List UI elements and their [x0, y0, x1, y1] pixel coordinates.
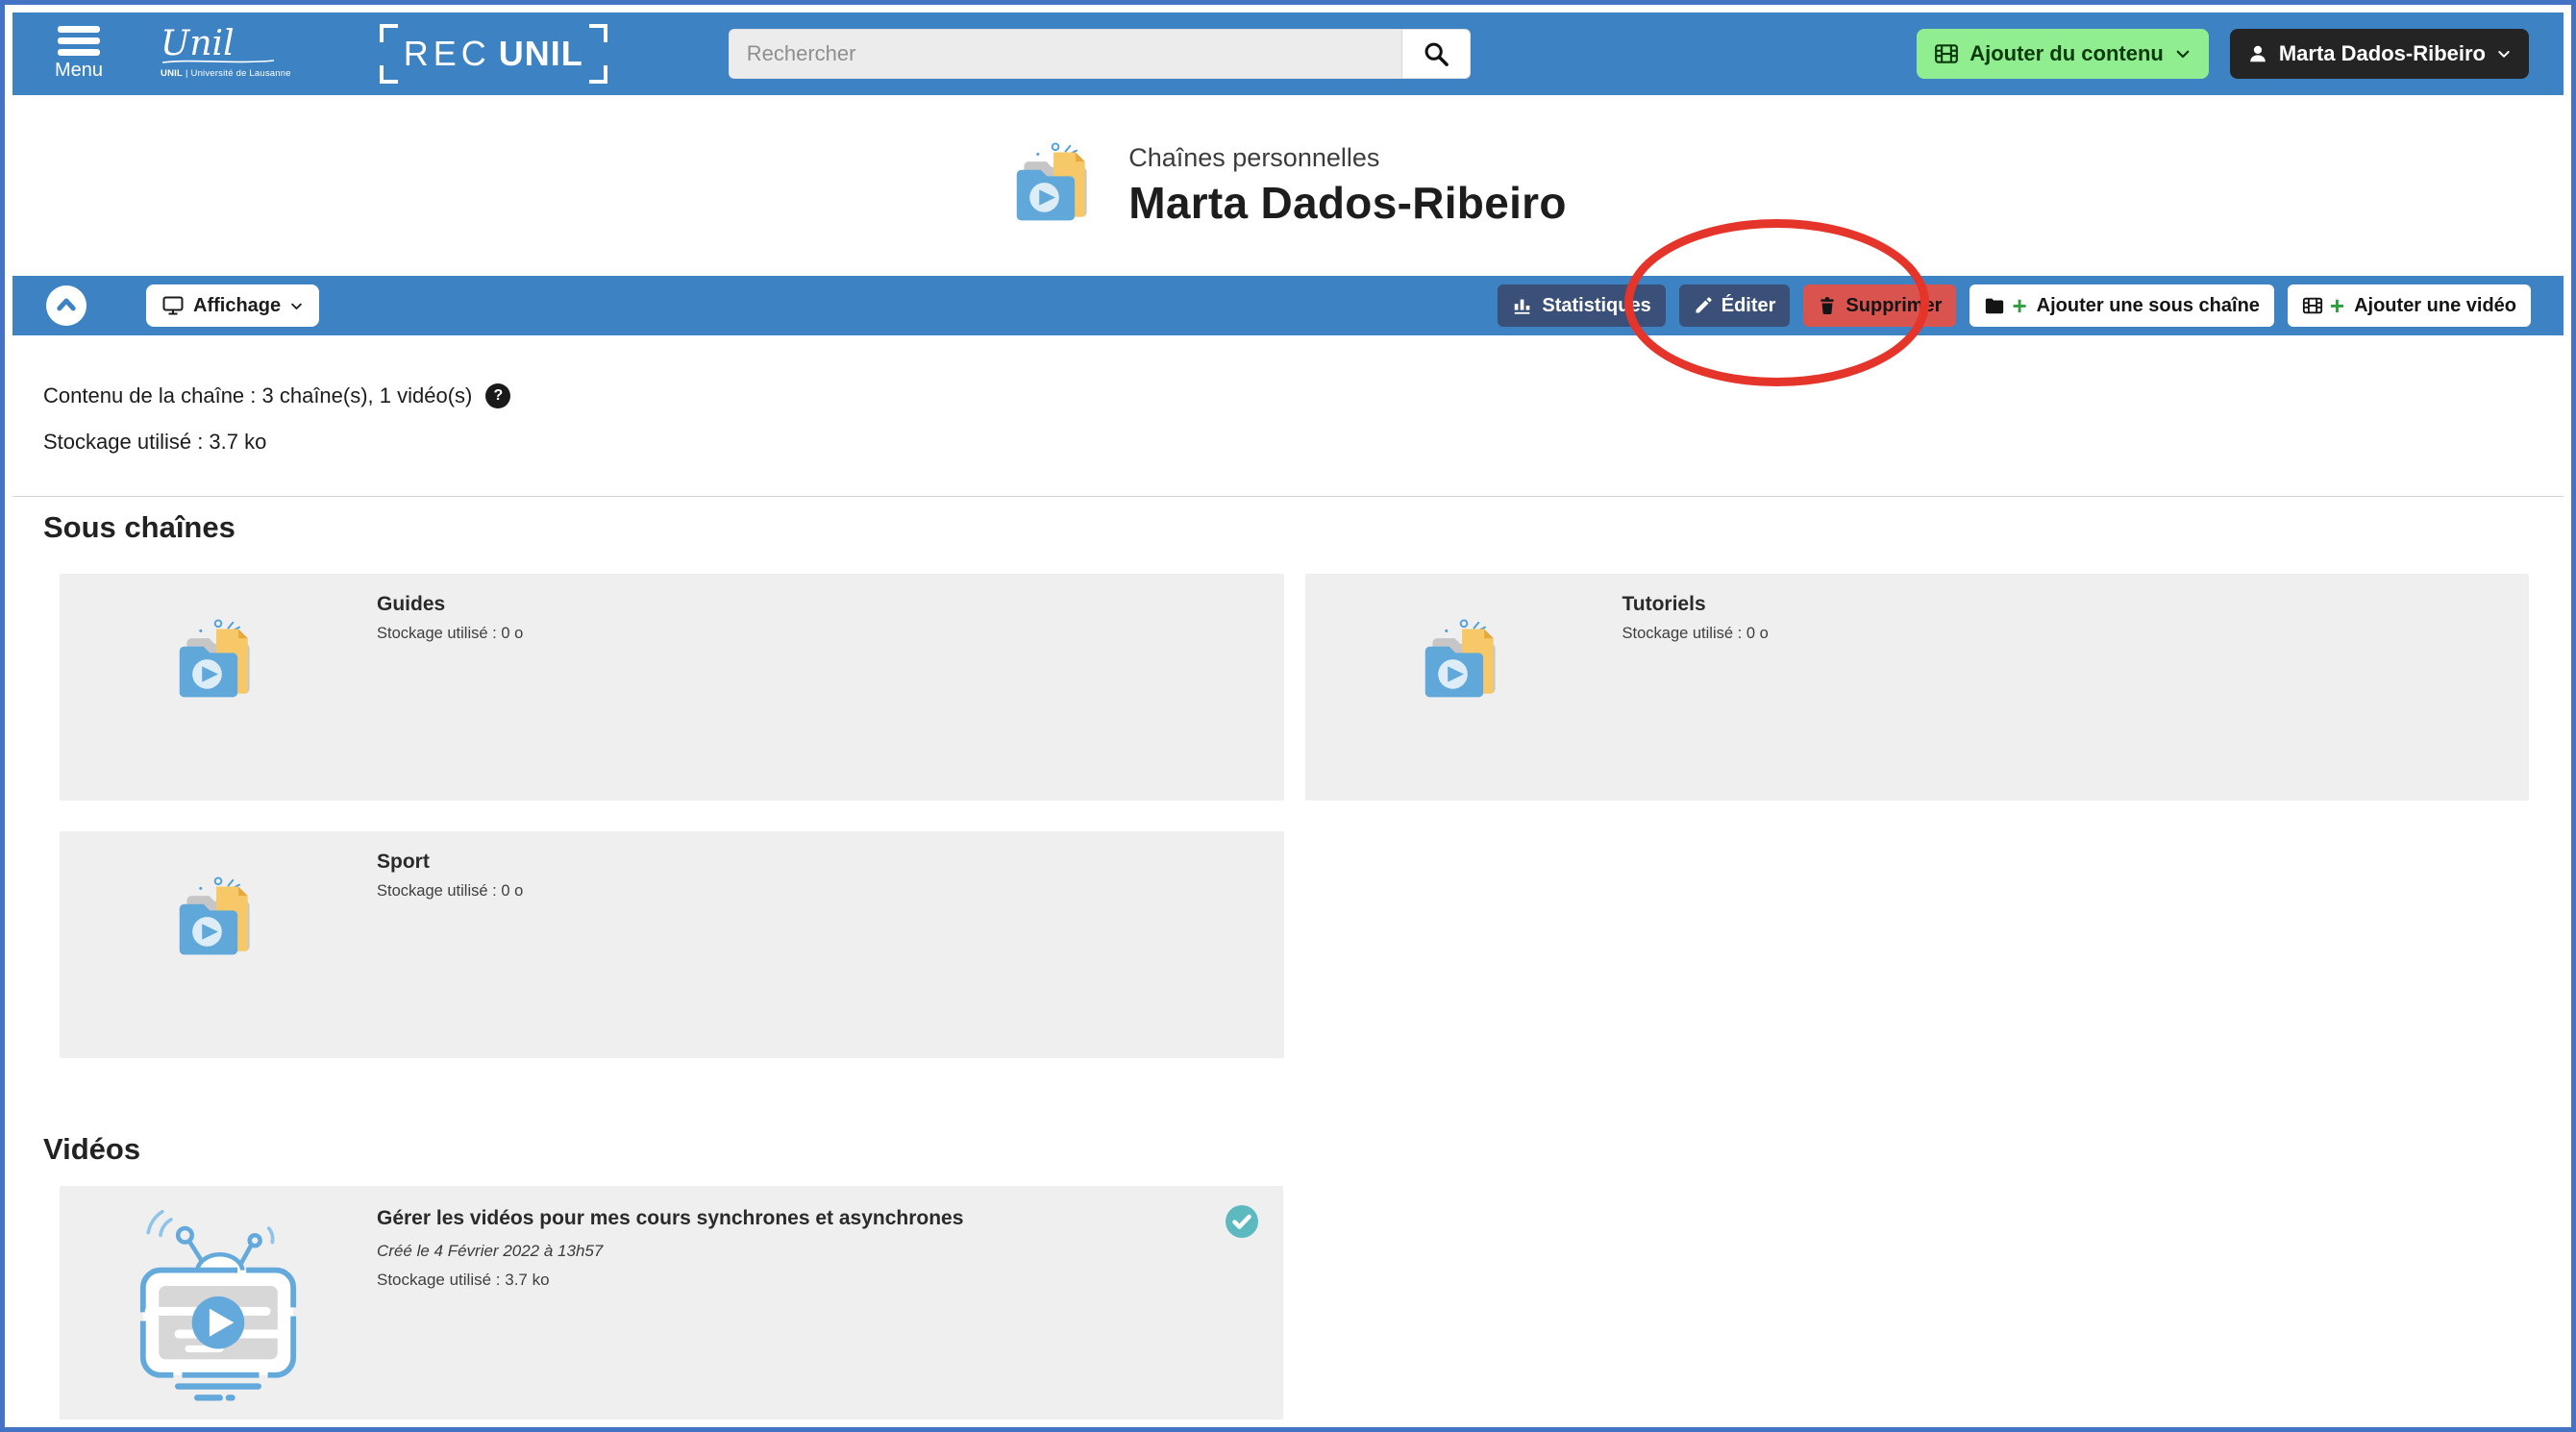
subchannel-folder-icon [172, 876, 264, 964]
plus-icon: + [2330, 293, 2344, 318]
subchannel-title: Tutoriels [1622, 593, 1769, 616]
statistiques-button[interactable]: Statistiques [1498, 284, 1665, 327]
subchannel-folder-icon [172, 618, 264, 706]
subchannel-card-tutoriels[interactable]: Tutoriels Stockage utilisé : 0 o [1305, 574, 2530, 801]
menu-label: Menu [55, 60, 103, 82]
divider [12, 496, 2564, 497]
subchannels-section-title: Sous chaînes [43, 510, 2564, 545]
subchannel-storage: Stockage utilisé : 0 o [1622, 625, 1769, 643]
video-storage: Stockage utilisé : 3.7 ko [377, 1271, 963, 1290]
search-button[interactable] [1401, 29, 1471, 79]
subchannel-folder-icon [1418, 618, 1510, 706]
collapse-up-button[interactable] [46, 285, 87, 326]
folder-icon [1984, 295, 2005, 316]
bracket-left-icon [380, 24, 394, 84]
supprimer-button[interactable]: Supprimer [1803, 284, 1956, 327]
subchannel-card-guides[interactable]: Guides Stockage utilisé : 0 o [60, 574, 1284, 801]
film-icon [1934, 41, 1959, 66]
channel-info: Contenu de la chaîne : 3 chaîne(s), 1 vi… [12, 335, 2564, 455]
channel-header: Chaînes personnelles Marta Dados-Ribeiro [12, 95, 2564, 276]
video-created-date: Créé le 4 Février 2022 à 13h57 [377, 1242, 963, 1261]
trash-icon [1818, 296, 1837, 315]
subchannel-storage: Stockage utilisé : 0 o [377, 882, 523, 901]
user-icon [2247, 43, 2268, 64]
chevron-down-icon [2174, 45, 2192, 62]
page-title: Marta Dados-Ribeiro [1128, 177, 1567, 229]
slide-frame: Menu Unil UNIL| Université de Lausanne R… [0, 0, 2576, 1432]
search-icon [1423, 40, 1449, 67]
affichage-dropdown[interactable]: Affichage [146, 284, 319, 327]
bracket-right-icon [593, 24, 607, 84]
user-menu-button[interactable]: Marta Dados-Ribeiro [2230, 29, 2529, 79]
editer-button[interactable]: Éditer [1679, 284, 1791, 327]
recunil-page: Menu Unil UNIL| Université de Lausanne R… [12, 12, 2564, 1420]
hamburger-icon [58, 26, 100, 56]
published-check-icon [1226, 1205, 1258, 1238]
subchannel-title: Sport [377, 851, 523, 874]
subchannel-storage: Stockage utilisé : 0 o [377, 625, 523, 643]
search-input[interactable] [729, 29, 1401, 79]
video-tv-icon [122, 1209, 314, 1401]
chevron-down-icon [2496, 46, 2512, 62]
film-icon [2302, 295, 2323, 316]
search-bar [729, 29, 1471, 79]
unil-logo[interactable]: Unil UNIL| Université de Lausanne [161, 29, 291, 79]
rec-logo-rec: REC [404, 34, 491, 74]
videos-section-title: Vidéos [43, 1132, 2564, 1167]
menu-button[interactable]: Menu [55, 26, 103, 82]
channel-toolbar: Affichage Statistiques Éditer Supprimer … [12, 276, 2564, 335]
unil-logo-swoosh-icon [161, 58, 276, 65]
rec-logo-unil: UNIL [499, 34, 583, 74]
unil-logo-script: Unil [161, 29, 291, 60]
navbar-actions: Ajouter du contenu Marta Dados-Ribeiro [1917, 29, 2529, 79]
toolbar-actions: Statistiques Éditer Supprimer + Ajouter … [1498, 284, 2531, 327]
add-video-button[interactable]: + Ajouter une vidéo [2288, 284, 2531, 327]
add-content-button[interactable]: Ajouter du contenu [1917, 29, 2209, 79]
channel-folder-icon [1009, 141, 1102, 230]
channel-storage: Stockage utilisé : 3.7 ko [43, 430, 2564, 455]
subchannel-title: Guides [377, 593, 523, 616]
channel-content-summary: Contenu de la chaîne : 3 chaîne(s), 1 vi… [43, 383, 472, 408]
chevron-up-icon [52, 291, 81, 320]
unil-logo-caption: UNIL| Université de Lausanne [161, 68, 291, 79]
chevron-down-icon [289, 299, 304, 313]
help-icon[interactable]: ? [485, 383, 510, 408]
video-card[interactable]: Gérer les vidéos pour mes cours synchron… [60, 1186, 1283, 1420]
plus-icon: + [2012, 293, 2026, 318]
top-navbar: Menu Unil UNIL| Université de Lausanne R… [12, 12, 2564, 95]
channel-subtitle: Chaînes personnelles [1128, 143, 1567, 173]
subchannel-grid: Guides Stockage utilisé : 0 o Tutoriels … [60, 574, 2529, 1058]
pencil-icon [1694, 296, 1713, 315]
video-title: Gérer les vidéos pour mes cours synchron… [377, 1207, 963, 1230]
subchannel-card-sport[interactable]: Sport Stockage utilisé : 0 o [60, 831, 1284, 1058]
bar-chart-icon [1512, 295, 1533, 316]
add-subchannel-button[interactable]: + Ajouter une sous chaîne [1969, 284, 2273, 327]
recunil-logo[interactable]: REC UNIL [380, 22, 607, 86]
display-icon [161, 294, 185, 317]
